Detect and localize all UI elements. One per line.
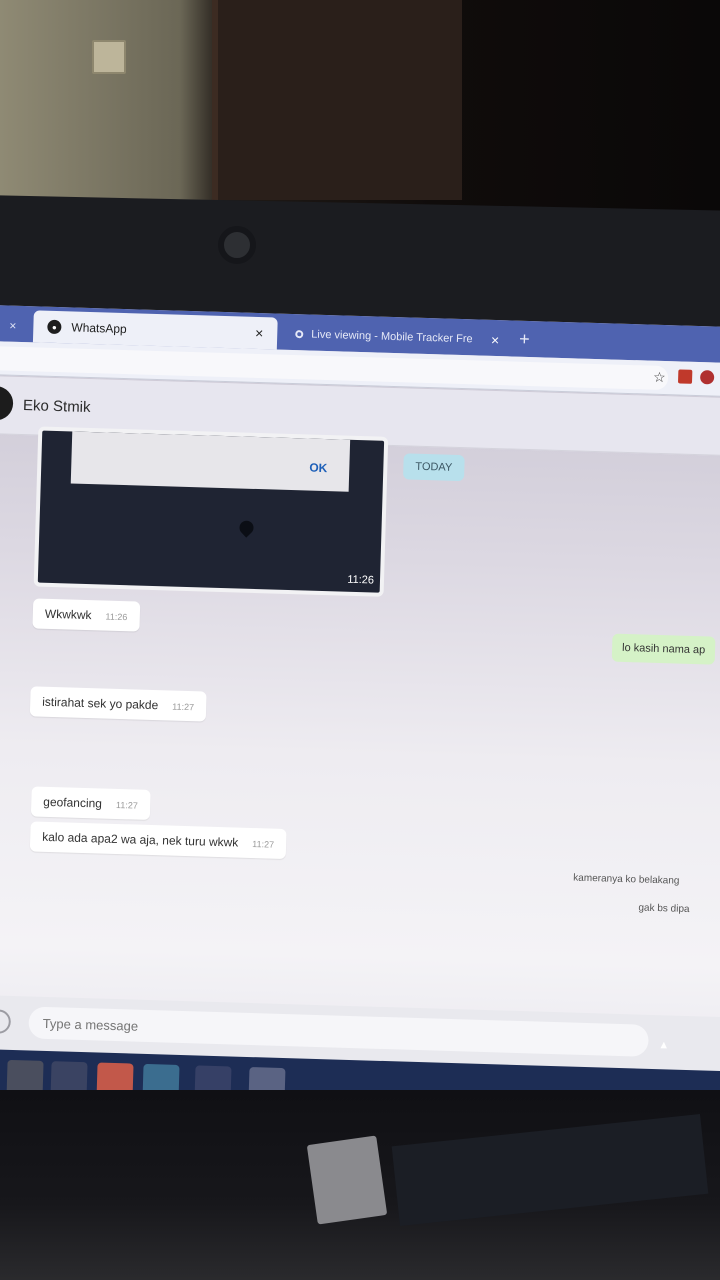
message-time: 11:26 <box>347 573 375 587</box>
photo-background: × ● WhatsApp × Live viewing - Mobile Tra… <box>0 0 720 1280</box>
message-time: 11:27 <box>252 839 275 850</box>
incoming-message[interactable]: geofancing 11:27 <box>30 786 151 820</box>
bookmark-star-icon[interactable]: ☆ <box>653 369 666 386</box>
map-pin-icon <box>236 517 257 538</box>
laptop-screen: × ● WhatsApp × Live viewing - Mobile Tra… <box>0 305 720 1128</box>
screenshot-dialog: OK <box>70 431 351 492</box>
message-text: lo kasih nama ap <box>621 641 706 657</box>
outgoing-message[interactable]: lo kasih nama ap <box>611 633 716 665</box>
partial-message: kameranya ko belakang <box>573 872 680 887</box>
message-text: Wkwkwk <box>44 606 92 623</box>
usb-device <box>306 1135 388 1225</box>
message-time: 11:27 <box>172 701 195 713</box>
message-time: 11:26 <box>105 611 128 623</box>
message-text: kalo ada apa2 wa aja, nek turu wkwk <box>42 829 239 850</box>
webcam <box>218 226 256 264</box>
message-text: istirahat sek yo pakde <box>42 694 159 713</box>
close-icon[interactable]: × <box>491 332 500 348</box>
tab-label: WhatsApp <box>71 320 127 337</box>
extension-icon[interactable] <box>677 369 693 384</box>
incoming-message[interactable]: istirahat sek yo pakde 11:27 <box>29 686 207 722</box>
date-badge: TODAY <box>403 453 465 482</box>
favicon-icon <box>295 330 304 339</box>
whatsapp-icon: ● <box>47 319 62 335</box>
message-input[interactable] <box>28 1006 649 1057</box>
message-list: OK 11:26 TODAY Wkwkwk 11:26 lo kasih nama… <box>0 426 720 1017</box>
partial-message: gak bs dipa <box>638 902 690 916</box>
incoming-message[interactable]: Wkwkwk 11:26 <box>32 598 140 632</box>
contact-name[interactable]: Eko Stmik <box>23 397 91 416</box>
incoming-message[interactable]: kalo ada apa2 wa aja, nek turu wkwk 11:27 <box>29 821 287 860</box>
door <box>212 0 462 200</box>
close-icon[interactable]: × <box>9 319 16 333</box>
new-tab-button[interactable]: + <box>519 329 530 350</box>
message-text: geofancing <box>43 794 103 811</box>
image-message[interactable]: OK 11:26 <box>33 426 389 597</box>
close-icon[interactable]: × <box>255 325 264 341</box>
system-tray[interactable]: ▲ <box>658 1039 669 1051</box>
emoji-icon[interactable] <box>0 1009 12 1034</box>
tab-previous[interactable]: × <box>0 309 34 342</box>
wall-switch <box>92 40 126 74</box>
tab-label: Live viewing - Mobile Tracker Fre <box>311 328 473 346</box>
dialog-ok-button: OK <box>309 460 328 476</box>
message-time: 11:27 <box>115 799 138 811</box>
extension-icon[interactable] <box>699 370 715 385</box>
avatar[interactable] <box>0 385 14 421</box>
